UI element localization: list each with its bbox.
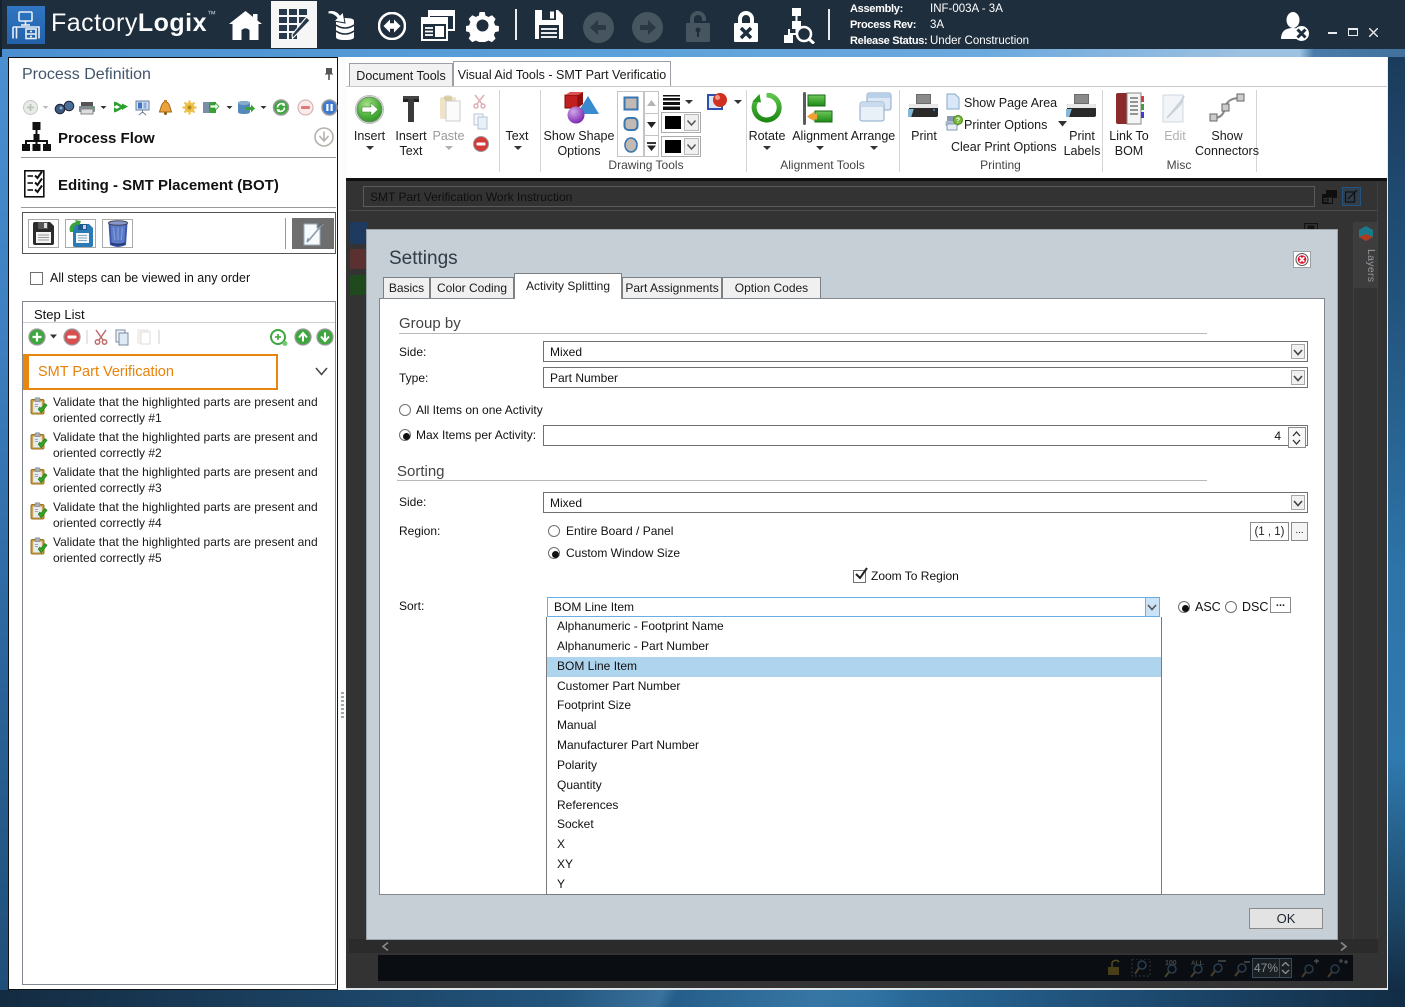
svg-text:?: ?	[956, 118, 960, 125]
svg-text:ALL: ALL	[1191, 960, 1204, 967]
